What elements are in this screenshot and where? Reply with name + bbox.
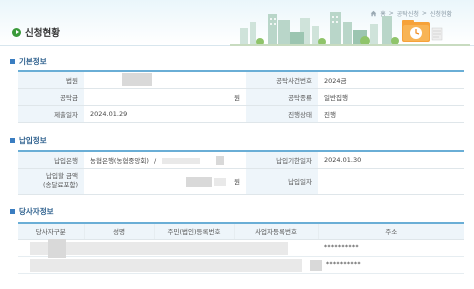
table-row: 제출일자 2024.01.29 진행상태 진행 (18, 105, 464, 123)
paid-date-label: 납입일자 (246, 168, 318, 195)
redacted-block (122, 73, 152, 87)
bank-value: 농협은행(농협중앙회) / (84, 151, 246, 169)
folder-clock-icon (402, 20, 443, 42)
table-header-row: 당사자구분 성명 주민(법인)등록번호 사업자등록번호 주소 (18, 223, 464, 240)
page-header: 홈 > 공탁신청 > 신청현황 신청현황 (0, 0, 474, 46)
redacted-block (185, 176, 212, 187)
city-illustration (230, 12, 470, 46)
amount-label: 공탁금 (18, 88, 84, 106)
redacted-block (30, 258, 302, 272)
arrow-circle-icon (12, 27, 21, 37)
court-label: 법원 (18, 71, 84, 89)
court-value (84, 71, 246, 89)
parties-info-heading: 당사자정보 (10, 206, 54, 217)
submit-date-value: 2024.01.29 (84, 105, 246, 123)
status-value: 진행 (318, 105, 464, 123)
due-date-label: 납입기한일자 (246, 151, 318, 169)
redacted-block (30, 241, 288, 255)
masked-number: ********** (324, 243, 359, 251)
due-date-value: 2024.01.30 (318, 151, 464, 169)
submit-date-label: 제출일자 (18, 105, 84, 123)
masked-number: ********** (326, 260, 361, 268)
redacted-block (48, 238, 66, 258)
table-row: 공탁금 원 공탁종류 일반집행 (18, 88, 464, 106)
page-title: 신청현황 (25, 28, 60, 39)
deposit-type-label: 공탁종류 (246, 88, 318, 106)
section-title: 납입정보 (19, 136, 47, 145)
column-header: 성명 (84, 223, 155, 240)
status-label: 진행상태 (246, 105, 318, 123)
bank-label: 납입은행 (18, 151, 84, 169)
column-header: 당사자구분 (18, 223, 85, 240)
table-row: 납입할 금액 (송달료포함) 원 납입일자 (18, 168, 464, 195)
column-header: 주민(법인)등록번호 (154, 223, 235, 240)
basic-info-table: 법원 공탁사건번호 2024금 공탁금 원 공탁종류 일반집행 제출일자 202… (18, 70, 464, 123)
redacted-block (213, 177, 226, 186)
section-title: 당사자정보 (19, 207, 54, 216)
redacted-block (310, 259, 322, 271)
column-header: 사업자등록번호 (234, 223, 319, 240)
payment-info-table: 납입은행 농협은행(농협중앙회) / 납입기한일자 2024.01.30 납입할… (18, 150, 464, 195)
basic-info-heading: 기본정보 (10, 56, 47, 67)
page-title-wrap: 신청현황 (12, 25, 60, 39)
table-row: ********** (18, 256, 464, 274)
paid-date-value (318, 168, 464, 195)
square-bullet-icon (10, 138, 15, 143)
redacted-block (216, 156, 225, 165)
payment-info-heading: 납입정보 (10, 135, 47, 146)
amount-value: 원 (84, 88, 246, 106)
table-row: 납입은행 농협은행(농협중앙회) / 납입기한일자 2024.01.30 (18, 151, 464, 169)
pay-amount-value: 원 (84, 168, 246, 195)
case-number-value: 2024금 (318, 71, 464, 89)
table-row: 법원 공탁사건번호 2024금 (18, 71, 464, 89)
deposit-type-value: 일반집행 (318, 88, 464, 106)
section-title: 기본정보 (19, 57, 47, 66)
case-number-label: 공탁사건번호 (246, 71, 318, 89)
square-bullet-icon (10, 59, 15, 64)
redacted-block (162, 157, 201, 164)
table-row: ********** (18, 238, 464, 258)
parties-table: 당사자구분 성명 주민(법인)등록번호 사업자등록번호 주소 *********… (18, 222, 464, 274)
column-header: 주소 (318, 223, 464, 240)
square-bullet-icon (10, 209, 15, 214)
pay-amount-label: 납입할 금액 (송달료포함) (18, 168, 84, 195)
